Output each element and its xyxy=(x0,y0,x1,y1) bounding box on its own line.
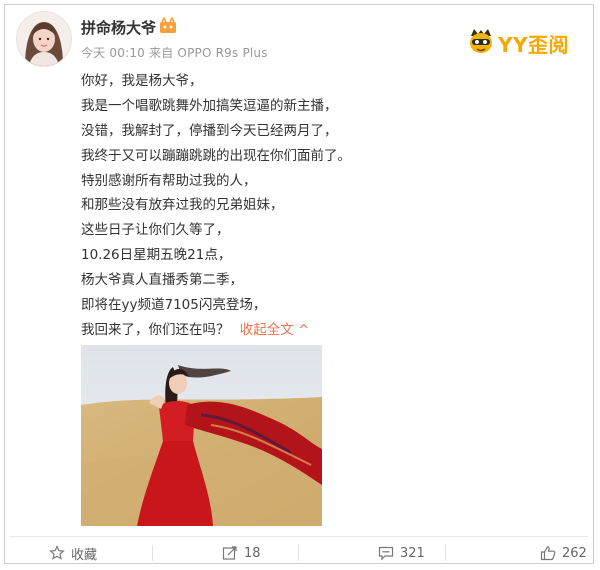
post-line: 特别感谢所有帮助过我的人， xyxy=(81,172,257,189)
action-separator xyxy=(298,545,299,561)
avatar[interactable] xyxy=(16,11,72,67)
post-line: 你好，我是杨大爷， xyxy=(81,73,203,89)
like-count: 262 xyxy=(562,545,587,561)
post-line: 这些日子让你们久等了， xyxy=(81,222,230,239)
comment-button[interactable]: 321 xyxy=(378,545,425,561)
like-button[interactable]: 262 xyxy=(540,545,587,561)
post-meta: 今天 00:10 来自 OPPO R9s Plus xyxy=(81,44,268,61)
post-line: 我是一个唱歌跳舞外加搞笑逗逼的新主播， xyxy=(81,97,338,114)
post-line: 我回来了，你们还在吗？ xyxy=(81,321,230,338)
comment-icon xyxy=(378,546,394,561)
desert-photo-image xyxy=(81,345,322,526)
post-line: 10.26日星期五晚21点， xyxy=(81,247,232,264)
comment-count: 321 xyxy=(400,545,425,561)
yy-mascot-icon xyxy=(470,29,492,53)
yy-brand-text: YY歪阅 xyxy=(498,33,569,57)
author-name[interactable]: 拼命杨大爷 xyxy=(81,17,156,38)
post-body: 你好，我是杨大爷， 我是一个唱歌跳舞外加搞笑逗逼的新主播， 没错，我解封了，停播… xyxy=(81,69,581,343)
post-last-line: 我回来了，你们还在吗？ 收起全文 ^ xyxy=(81,318,581,343)
post-source: 来自 OPPO R9s Plus xyxy=(149,46,268,60)
thumbs-up-icon xyxy=(540,546,556,561)
vip-badge-icon xyxy=(160,17,176,33)
post-photo[interactable] xyxy=(81,345,322,526)
forward-icon xyxy=(222,546,237,560)
avatar-image xyxy=(17,12,71,66)
forward-count: 18 xyxy=(244,545,261,561)
post-line: 和那些没有放弃过我的兄弟姐妹， xyxy=(81,197,284,214)
weibo-post-card: 拼命杨大爷 今天 00:10 来自 OPPO R9s Plus YY歪阅 你好，… xyxy=(4,4,594,564)
post-line: 我终于又可以蹦蹦跳跳的出现在你们面前了。 xyxy=(81,147,351,164)
post-line: 没错，我解封了，停播到今天已经两月了， xyxy=(81,122,338,139)
action-separator xyxy=(445,545,446,561)
favorite-button[interactable]: 收藏 xyxy=(49,545,98,563)
post-line: 即将在yy频道7105闪亮登场， xyxy=(81,297,267,314)
star-icon xyxy=(49,545,65,560)
post-line: 杨大爷真人直播秀第二季， xyxy=(81,272,243,289)
forward-button[interactable]: 18 xyxy=(222,545,261,561)
collapse-full-text-link[interactable]: 收起全文 ^ xyxy=(240,322,310,338)
post-time[interactable]: 今天 00:10 xyxy=(81,46,145,60)
action-separator xyxy=(152,545,153,561)
action-bar: 收藏 18 321 262 xyxy=(5,537,593,565)
favorite-label: 收藏 xyxy=(71,547,98,563)
